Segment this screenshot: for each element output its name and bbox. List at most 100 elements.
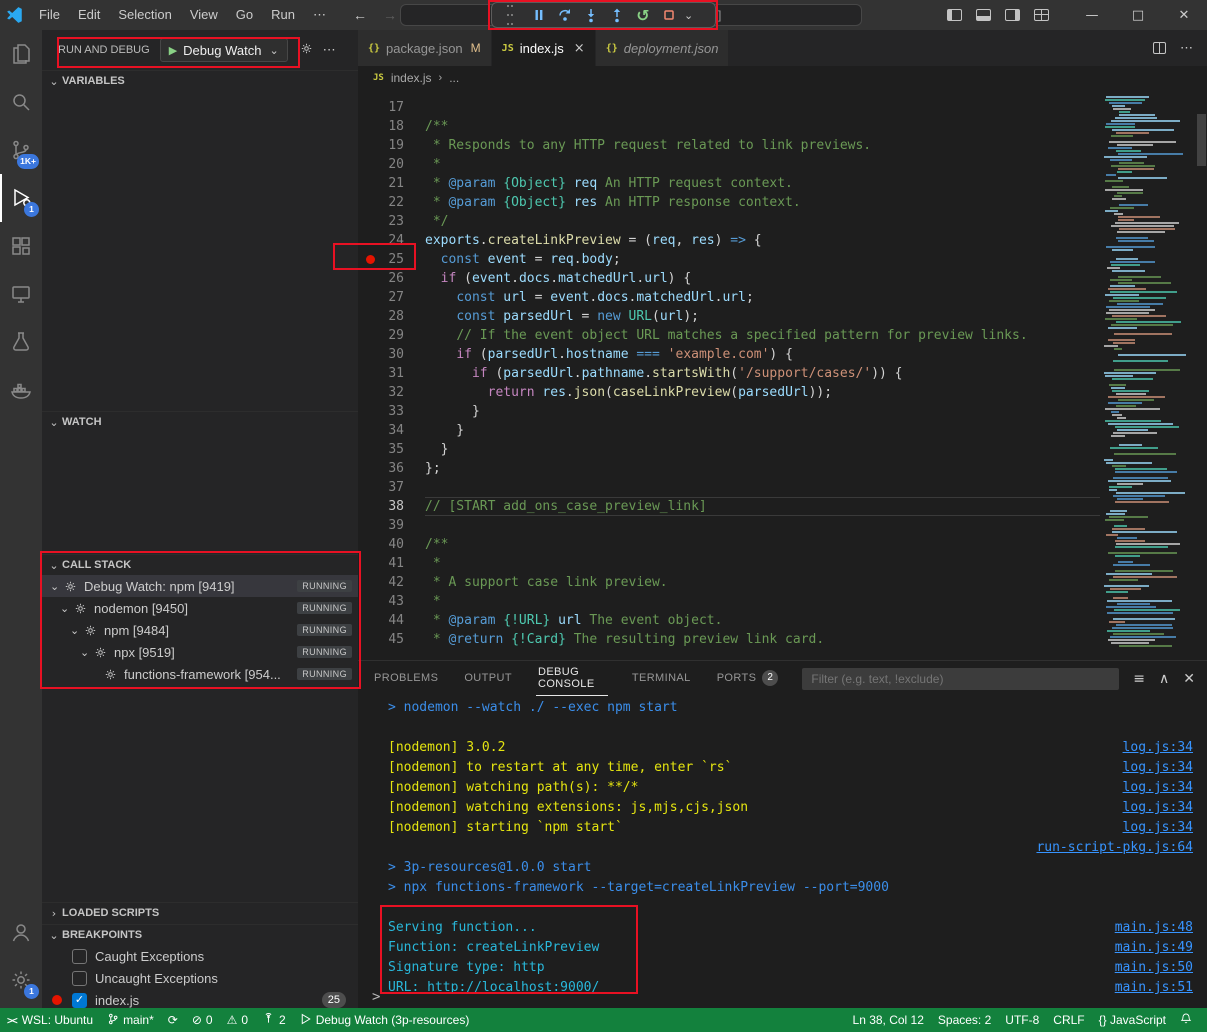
menu-go[interactable]: Go — [227, 0, 262, 30]
forward-icon[interactable]: → — [383, 7, 397, 23]
breakpoints-header[interactable]: ⌄ BREAKPOINTS — [42, 925, 358, 945]
line-number[interactable]: 43 — [358, 592, 404, 611]
maximize-panel-icon[interactable]: ∧ — [1159, 671, 1169, 687]
editor-more-icon[interactable]: ⋯ — [1180, 40, 1193, 56]
eol[interactable]: CRLF — [1046, 1008, 1091, 1032]
git-branch[interactable]: main* — [100, 1008, 161, 1032]
line-number[interactable]: 41 — [358, 554, 404, 573]
breakpoint-item[interactable]: ✓index.js25 — [42, 989, 358, 1008]
line-number[interactable]: 33 — [358, 402, 404, 421]
menu-selection[interactable]: Selection — [109, 0, 180, 30]
line-number[interactable]: 27 — [358, 288, 404, 307]
watch-header[interactable]: ⌄ WATCH — [42, 412, 358, 432]
encoding[interactable]: UTF-8 — [998, 1008, 1046, 1032]
views-more-icon[interactable]: ⋯ — [323, 42, 336, 58]
debug-toolbar-chevron-icon[interactable]: ⌄ — [684, 9, 693, 22]
line-number[interactable]: 40 — [358, 535, 404, 554]
checkbox[interactable]: ✓ — [72, 993, 87, 1008]
source-link[interactable]: log.js:34 — [1123, 818, 1193, 838]
line-number[interactable]: 24 — [358, 231, 404, 250]
toggle-panel-icon[interactable] — [976, 9, 991, 21]
warnings[interactable]: ⚠0 — [220, 1008, 255, 1032]
close-icon[interactable]: ✕ — [1161, 0, 1207, 30]
configure-gear-icon[interactable] — [300, 42, 313, 58]
activity-remote-explorer[interactable] — [0, 270, 42, 318]
activity-extensions[interactable] — [0, 222, 42, 270]
line-number[interactable]: 34 — [358, 421, 404, 440]
line-number[interactable]: 21 — [358, 174, 404, 193]
menu-file[interactable]: File — [30, 0, 69, 30]
menu-view[interactable]: View — [181, 0, 227, 30]
breakpoint-item[interactable]: Caught Exceptions — [42, 945, 358, 967]
pause-icon[interactable] — [526, 3, 552, 27]
callstack-session[interactable]: ⌄nodemon [9450]RUNNING — [42, 597, 358, 619]
activity-run-debug[interactable]: 1 — [0, 174, 42, 222]
breakpoint-item[interactable]: Uncaught Exceptions — [42, 967, 358, 989]
breakpoint-icon[interactable] — [366, 255, 375, 264]
tab-index.js[interactable]: JSindex.js× — [492, 30, 596, 66]
checkbox[interactable] — [72, 971, 87, 986]
restart-icon[interactable]: ↺ — [630, 3, 656, 27]
activity-explorer[interactable] — [0, 30, 42, 78]
minimap[interactable] — [1100, 90, 1195, 660]
debug-config-dropdown[interactable]: ▶ Debug Watch ⌄ — [160, 38, 288, 62]
panel-tab-problems[interactable]: PROBLEMS — [372, 661, 440, 696]
start-debug-icon[interactable]: ▶ — [169, 44, 177, 57]
sync-status[interactable]: ⟳ — [161, 1008, 185, 1032]
call-stack-header[interactable]: ⌄ CALL STACK — [42, 555, 358, 575]
console-input-prompt[interactable]: > — [372, 989, 380, 1005]
source-link[interactable]: log.js:34 — [1123, 738, 1193, 758]
breadcrumb-file[interactable]: index.js — [391, 71, 432, 85]
menu-edit[interactable]: Edit — [69, 0, 109, 30]
step-out-icon[interactable] — [604, 3, 630, 27]
language-mode[interactable]: {} JavaScript — [1092, 1008, 1173, 1032]
source-link[interactable]: main.js:50 — [1115, 958, 1193, 978]
back-icon[interactable]: ← — [353, 7, 367, 23]
callstack-session[interactable]: ⌄Debug Watch: npm [9419]RUNNING — [42, 575, 358, 597]
close-panel-icon[interactable]: ✕ — [1183, 671, 1195, 687]
callstack-session[interactable]: ⌄npx [9519]RUNNING — [42, 641, 358, 663]
step-over-icon[interactable] — [552, 3, 578, 27]
scrollbar-thumb[interactable] — [1197, 114, 1206, 166]
code-editor[interactable]: 1718/**19 * Responds to any HTTP request… — [358, 90, 1207, 660]
line-number[interactable]: 25 — [358, 250, 404, 269]
line-number[interactable]: 39 — [358, 516, 404, 535]
tab-deployment.json[interactable]: {}deployment.json — [596, 30, 730, 66]
source-link[interactable]: run-script-pkg.js:64 — [1036, 838, 1193, 858]
console-filter-input[interactable] — [802, 668, 1119, 690]
callstack-session[interactable]: functions-framework [954...RUNNING — [42, 663, 358, 685]
line-number[interactable]: 35 — [358, 440, 404, 459]
line-number[interactable]: 23 — [358, 212, 404, 231]
stop-icon[interactable] — [656, 3, 682, 27]
line-number[interactable]: 19 — [358, 136, 404, 155]
panel-tab-ports[interactable]: PORTS2 — [715, 661, 781, 696]
callstack-session[interactable]: ⌄npm [9484]RUNNING — [42, 619, 358, 641]
line-number[interactable]: 37 — [358, 478, 404, 497]
toolbar-drag-handle-icon[interactable] — [497, 3, 523, 27]
editor-scrollbar[interactable] — [1195, 90, 1207, 660]
line-number[interactable]: 42 — [358, 573, 404, 592]
panel-tab-debug-console[interactable]: DEBUG CONSOLE — [536, 661, 608, 696]
breadcrumb[interactable]: JS index.js › ... — [358, 66, 1207, 90]
line-number[interactable]: 45 — [358, 630, 404, 649]
panel-tab-output[interactable]: OUTPUT — [462, 661, 514, 696]
debug-console-output[interactable]: > nodemon --watch ./ --exec npm start[no… — [358, 696, 1207, 1008]
source-link[interactable]: main.js:51 — [1115, 978, 1193, 998]
source-link[interactable]: main.js:49 — [1115, 938, 1193, 958]
breadcrumb-symbol[interactable]: ... — [449, 71, 459, 85]
line-number[interactable]: 26 — [358, 269, 404, 288]
close-tab-icon[interactable]: × — [574, 41, 585, 56]
line-number[interactable]: 20 — [358, 155, 404, 174]
split-editor-icon[interactable] — [1153, 42, 1166, 54]
source-link[interactable]: log.js:34 — [1123, 798, 1193, 818]
toggle-secondary-sidebar-icon[interactable] — [1005, 9, 1020, 21]
menu-more-icon[interactable]: ⋯ — [304, 0, 335, 30]
cursor-position[interactable]: Ln 38, Col 12 — [846, 1008, 931, 1032]
customize-layout-icon[interactable] — [1034, 9, 1049, 21]
activity-docker[interactable] — [0, 366, 42, 414]
source-link[interactable]: log.js:34 — [1123, 778, 1193, 798]
line-number[interactable]: 28 — [358, 307, 404, 326]
source-link[interactable]: main.js:48 — [1115, 918, 1193, 938]
line-number[interactable]: 36 — [358, 459, 404, 478]
settings-gear-icon[interactable]: 1 — [0, 956, 42, 1004]
